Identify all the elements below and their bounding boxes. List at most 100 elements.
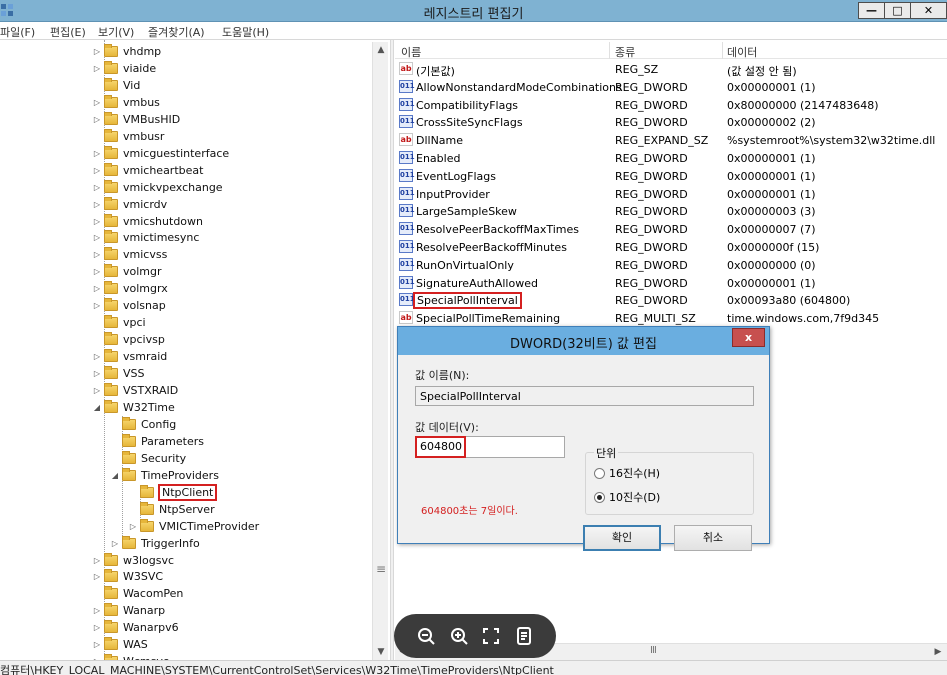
tree-item-label[interactable]: WAS [122,638,149,651]
scroll-right-icon[interactable]: ▶ [930,644,946,660]
tree-expander-icon[interactable]: ▷ [92,64,102,73]
tree-expander-icon[interactable]: ▷ [92,369,102,378]
tree-expander-icon[interactable]: ▷ [92,149,102,158]
tree-item-label[interactable]: vmicvss [122,248,168,261]
tree-item[interactable]: vpci [92,314,147,331]
menu-view[interactable]: 보기(V) [98,24,134,40]
tree-item[interactable]: ▷ w3logsvc [92,552,175,569]
registry-value-row[interactable]: 011 CrossSiteSyncFlags REG_DWORD 0x00000002… [395,113,947,131]
column-header-type[interactable]: 종류 [615,44,635,60]
tree-item[interactable]: vmbusr [92,128,165,145]
registry-value-row[interactable]: 011 EventLogFlags REG_DWORD 0x00000001 (1) [395,167,947,185]
tree-item-label[interactable]: vmictimesync [122,231,200,244]
menu-file[interactable]: 파일(F) [0,24,35,40]
tree-item-label[interactable]: NtpClient [158,483,218,501]
tree-expander-icon[interactable]: ▷ [92,572,102,581]
tree-expander-icon[interactable]: ▷ [92,217,102,226]
tree-item-label[interactable]: vmicrdv [122,198,168,211]
scroll-grip-icon[interactable]: ≡ [376,562,386,576]
tree-item[interactable]: ▷ vmicrdv [92,196,168,213]
tree-item-label[interactable]: vmicheartbeat [122,164,204,177]
tree-expander-icon[interactable]: ◢ [92,403,102,412]
tree-item[interactable]: ▷ vmictimesync [92,229,200,246]
tree-expander-icon[interactable]: ▷ [92,386,102,395]
menu-edit[interactable]: 편집(E) [50,24,86,40]
tree-expander-icon[interactable]: ▷ [110,539,120,548]
tree-expander-icon[interactable]: ◢ [110,471,120,480]
scroll-up-icon[interactable]: ▲ [373,42,389,58]
tree-item-label[interactable]: volmgrx [122,282,169,295]
tree-item-label[interactable]: volsnap [122,299,167,312]
tree-item-label[interactable]: w3logsvc [122,554,175,567]
tree-item[interactable]: ▷ Wanarp [92,602,166,619]
tree-item-label[interactable]: vhdmp [122,45,162,58]
registry-value-row[interactable]: ab SpecialPollTimeRemaining REG_MULTI_SZ ti… [395,309,947,327]
tree-item[interactable]: ▷ vmicheartbeat [92,162,204,179]
fit-screen-icon[interactable] [479,624,503,648]
registry-value-row[interactable]: ab (기본값) REG_SZ (값 설정 안 됨) [395,60,947,78]
column-divider[interactable] [722,42,723,59]
tree-expander-icon[interactable]: ▷ [92,98,102,107]
zoom-out-icon[interactable] [414,624,438,648]
tree-item[interactable]: ▷ volmgr [92,263,163,280]
tree-expander-icon[interactable]: ▷ [92,623,102,632]
column-divider[interactable] [609,42,610,59]
tree-item-label[interactable]: Parameters [140,435,205,448]
tree-item[interactable]: ◢ W32Time [92,399,176,416]
dialog-close-icon[interactable]: x [732,328,765,347]
tree-item-label[interactable]: Wanarp [122,604,166,617]
tree-item-label[interactable]: VMBusHID [122,113,181,126]
menu-favorites[interactable]: 즐겨찾기(A) [148,24,205,40]
tree-expander-icon[interactable]: ▷ [92,301,102,310]
tree-expander-icon[interactable]: ▷ [92,166,102,175]
tree-item-label[interactable]: vmicguestinterface [122,147,230,160]
tree-item[interactable]: ▷ vmicguestinterface [92,145,230,162]
value-data-input-rest[interactable] [466,436,565,458]
tree-expander-icon[interactable]: ▷ [92,606,102,615]
tree-item[interactable]: ▷ VMICTimeProvider [128,518,260,535]
registry-value-row[interactable]: 011 Enabled REG_DWORD 0x00000001 (1) [395,149,947,167]
tree-item[interactable]: ▷ vsmraid [92,348,168,365]
tree-item-label[interactable]: NtpServer [158,503,216,516]
tree-item-label[interactable]: Vid [122,79,141,92]
tree-item[interactable]: ▷ vmicshutdown [92,213,204,230]
tree-item[interactable]: ▷ VSS [92,365,146,382]
tree-item[interactable]: ▷ W3SVC [92,568,164,585]
close-button[interactable]: ✕ [910,2,947,19]
tree-item-label[interactable]: vpci [122,316,147,329]
registry-value-row[interactable]: 011 SpecialPollInterval REG_DWORD 0x00093a8… [395,291,947,310]
tree-item[interactable]: NtpClient [128,483,218,501]
tree-item[interactable]: ◢ TimeProviders [110,467,220,484]
registry-value-row[interactable]: 011 ResolvePeerBackoffMinutes REG_DWORD 0x0… [395,238,947,256]
pane-splitter[interactable] [390,40,394,660]
tree-expander-icon[interactable]: ▷ [92,640,102,649]
registry-value-row[interactable]: 011 LargeSampleSkew REG_DWORD 0x00000003 (3… [395,202,947,220]
tree-expander-icon[interactable]: ▷ [92,352,102,361]
tree-item-label[interactable]: viaide [122,62,157,75]
minimize-button[interactable]: — [858,2,885,19]
tree-item[interactable]: ▷ vhdmp [92,43,162,60]
tree-item[interactable]: ▷ volsnap [92,297,167,314]
tree-item-label[interactable]: VMICTimeProvider [158,520,260,533]
tree-item-label[interactable]: vsmraid [122,350,168,363]
tree-item[interactable]: ▷ volmgrx [92,280,169,297]
tree-item-label[interactable]: WacomPen [122,587,184,600]
registry-value-row[interactable]: 011 CompatibilityFlags REG_DWORD 0x80000000… [395,96,947,114]
tree-item-label[interactable]: Wanarpv6 [122,621,180,634]
tree-expander-icon[interactable]: ▷ [92,200,102,209]
registry-value-row[interactable]: ab DllName REG_EXPAND_SZ %systemroot%\syste… [395,131,947,149]
tree-item[interactable]: ▷ TriggerInfo [110,535,201,552]
tree-item[interactable]: ▷ VSTXRAID [92,382,179,399]
tree-item-label[interactable]: VSTXRAID [122,384,179,397]
tree-item-label[interactable]: vmickvpexchange [122,181,224,194]
tree-item-label[interactable]: volmgr [122,265,163,278]
tree-expander-icon[interactable]: ▷ [92,284,102,293]
menu-help[interactable]: 도움말(H) [222,24,269,40]
tree-expander-icon[interactable]: ▷ [92,233,102,242]
tree-item[interactable]: vpcivsp [92,331,166,348]
tree-item-label[interactable]: vmicshutdown [122,215,204,228]
tree-item[interactable]: ▷ vmbus [92,94,161,111]
tree-item-label[interactable]: Config [140,418,177,431]
tree-item-label[interactable]: TimeProviders [140,469,220,482]
radio-hexadecimal[interactable]: 16진수(H) [594,465,660,481]
